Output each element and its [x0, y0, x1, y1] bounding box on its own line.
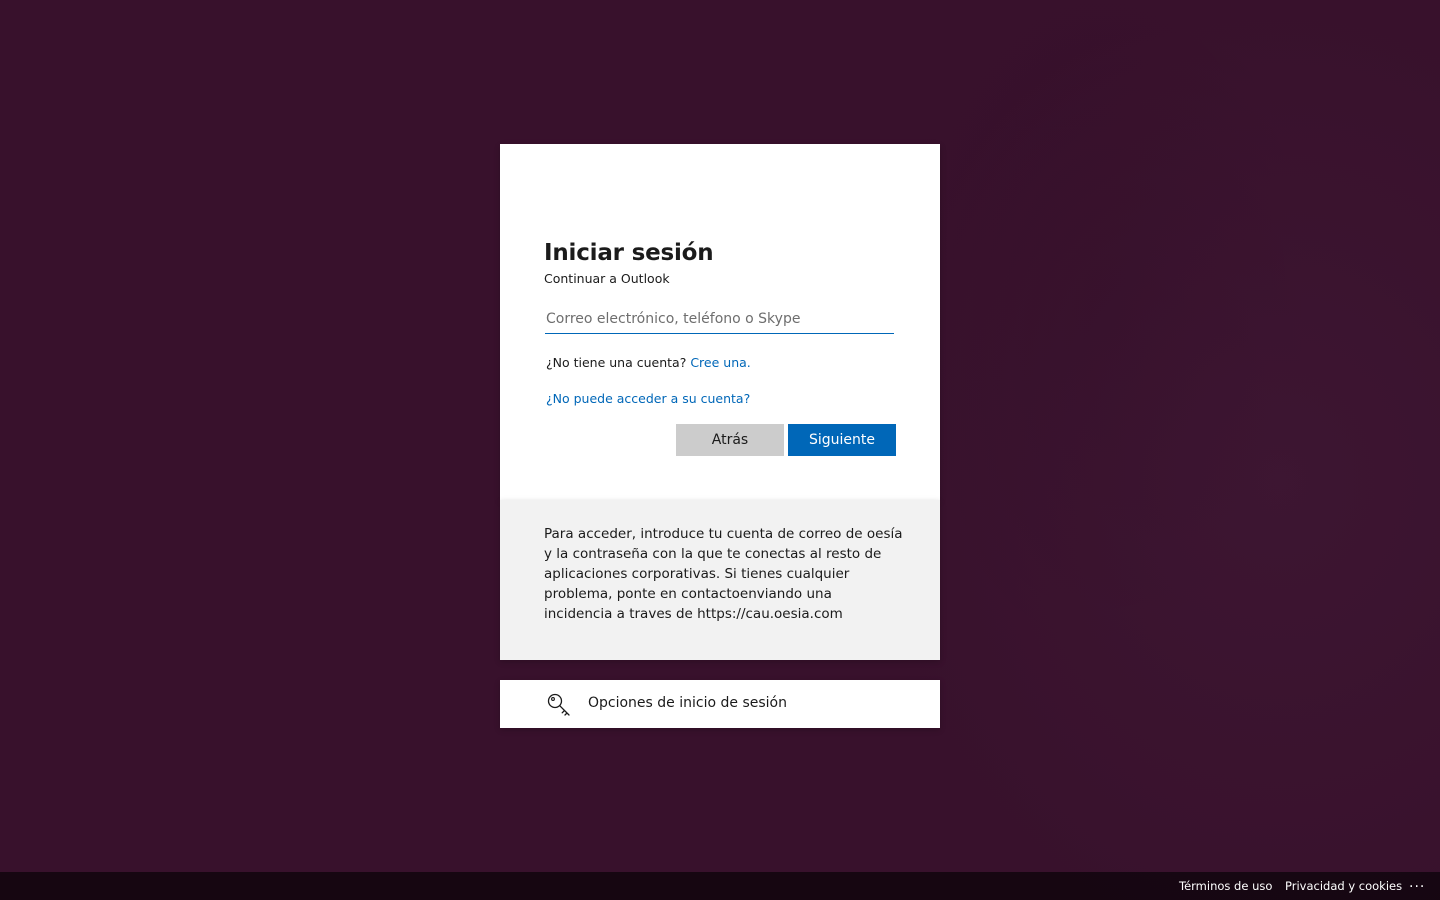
terms-link[interactable]: Términos de uso	[1179, 879, 1272, 893]
email-field[interactable]	[545, 304, 894, 334]
page-subtitle: Continuar a Outlook	[544, 271, 670, 286]
no-account-text: ¿No tiene una cuenta?	[546, 355, 687, 370]
signin-card: Iniciar sesión Continuar a Outlook ¿No t…	[500, 144, 940, 500]
key-icon	[547, 693, 570, 716]
privacy-link[interactable]: Privacidad y cookies	[1285, 879, 1402, 893]
signin-options-button[interactable]: Opciones de inicio de sesión	[500, 680, 940, 728]
cant-access-link[interactable]: ¿No puede acceder a su cuenta?	[546, 391, 750, 406]
page-title: Iniciar sesión	[544, 240, 714, 266]
footer: Términos de uso Privacidad y cookies ...	[0, 872, 1440, 900]
no-account-row: ¿No tiene una cuenta? Cree una.	[546, 355, 751, 370]
info-text: Para acceder, introduce tu cuenta de cor…	[544, 526, 903, 622]
more-options-button[interactable]: ...	[1409, 875, 1425, 891]
back-button[interactable]: Atrás	[676, 424, 784, 456]
cant-access-row: ¿No puede acceder a su cuenta?	[546, 391, 750, 406]
signin-options-label: Opciones de inicio de sesión	[588, 695, 787, 711]
info-box: Para acceder, introduce tu cuenta de cor…	[500, 500, 940, 660]
create-account-link[interactable]: Cree una.	[690, 355, 750, 370]
next-button[interactable]: Siguiente	[788, 424, 896, 456]
